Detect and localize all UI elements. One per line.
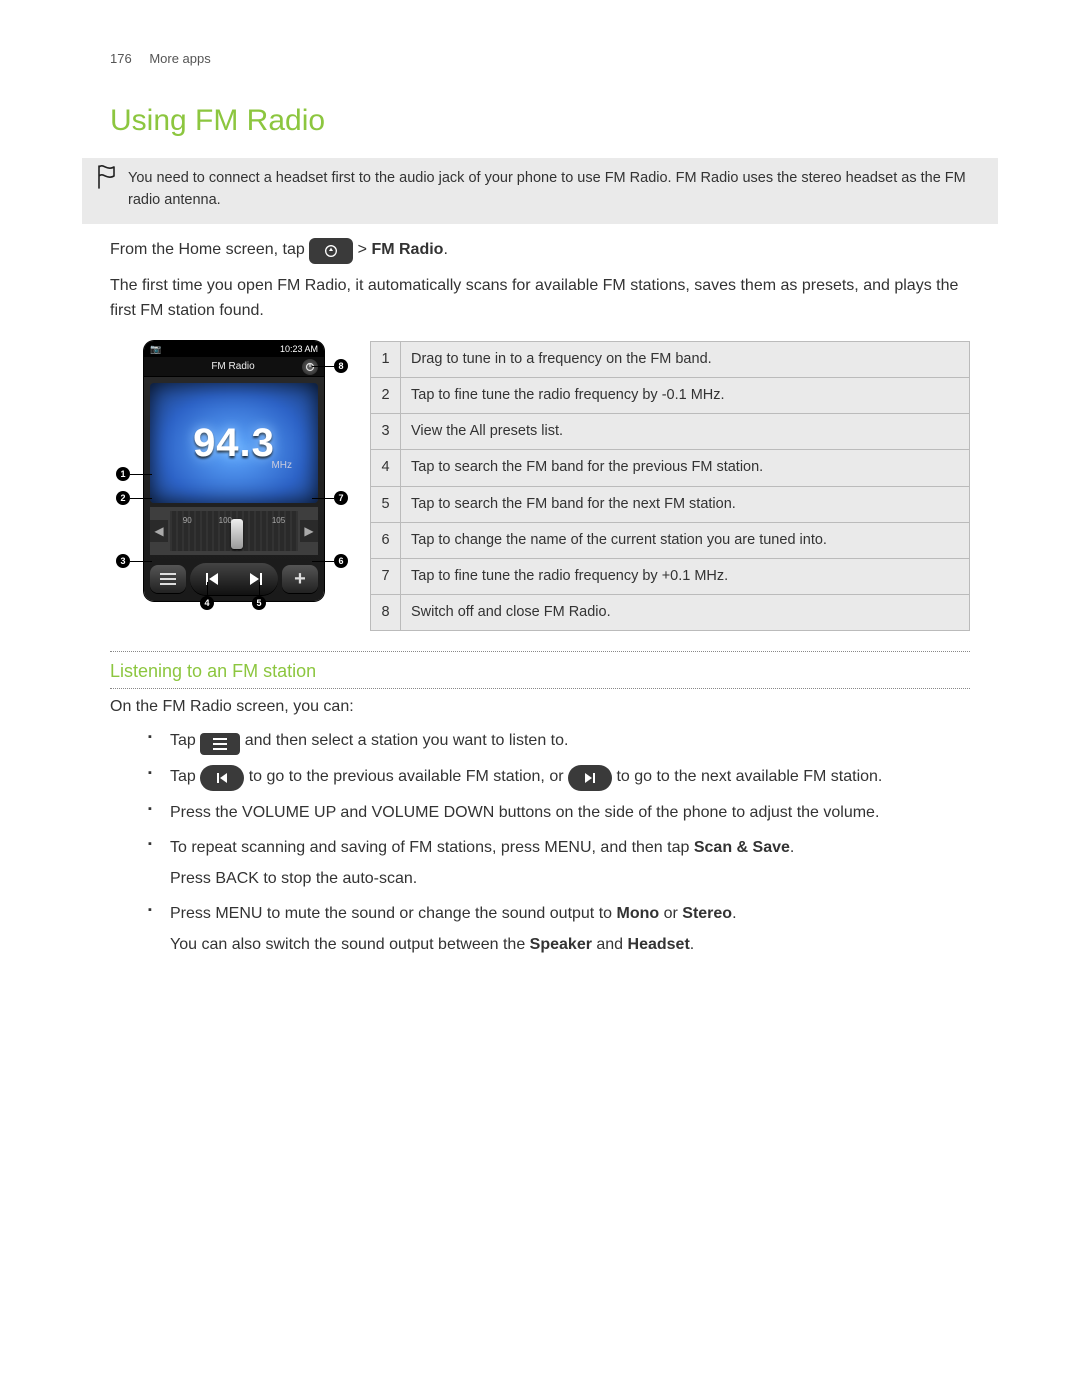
bullet-supplementary: You can also switch the sound output bet… [170, 933, 970, 958]
tune-left-icon: ◀ [150, 520, 168, 542]
subsection-title: Listening to an FM station [110, 658, 970, 684]
callout-3: 3 [116, 554, 130, 568]
previous-station-icon [200, 765, 244, 791]
bottom-bar: + [150, 559, 318, 599]
all-apps-icon [309, 238, 353, 264]
callout-6: 6 [334, 554, 348, 568]
intro-line-1: From the Home screen, tap > FM Radio. [110, 238, 970, 264]
tuning-pointer [231, 519, 243, 549]
list-item: To repeat scanning and saving of FM stat… [148, 836, 970, 892]
presets-list-icon [200, 733, 240, 755]
requirement-note: You need to connect a headset first to t… [82, 158, 998, 224]
list-item: Tap to go to the previous available FM s… [148, 765, 970, 791]
app-title-bar: FM Radio [144, 357, 324, 377]
camera-icon: 📷 [150, 343, 161, 356]
table-row: 6Tap to change the name of the current s… [371, 522, 970, 558]
table-row: 1Drag to tune in to a frequency on the F… [371, 342, 970, 378]
section-name: More apps [149, 51, 210, 66]
tuning-dial: ◀ 100 ▶ [150, 507, 318, 555]
table-row: 3View the All presets list. [371, 414, 970, 450]
section-divider [110, 688, 970, 689]
presets-list-icon [150, 565, 186, 593]
table-row: 7Tap to fine tune the radio frequency by… [371, 558, 970, 594]
callout-4: 4 [200, 596, 214, 610]
page-number: 176 [110, 51, 132, 66]
flag-icon [94, 163, 116, 199]
list-item: Press MENU to mute the sound or change t… [148, 902, 970, 958]
frequency-display: 94.3 MHz [150, 383, 318, 503]
callout-7: 7 [334, 491, 348, 505]
phone-frame: 📷 10:23 AM FM Radio 94.3 MHz ◀ 100 [144, 341, 324, 601]
callout-legend-table: 1Drag to tune in to a frequency on the F… [370, 341, 970, 630]
table-row: 8Switch off and close FM Radio. [371, 594, 970, 630]
page-header: 176 More apps [110, 50, 970, 69]
figure-row: 📷 10:23 AM FM Radio 94.3 MHz ◀ 100 [110, 341, 970, 630]
callout-5: 5 [252, 596, 266, 610]
bullet-supplementary: Press BACK to stop the auto-scan. [170, 867, 970, 892]
section-divider [110, 651, 970, 652]
app-title: FM Radio [211, 360, 254, 375]
callout-8: 8 [334, 359, 348, 373]
list-item: Press the VOLUME UP and VOLUME DOWN butt… [148, 801, 970, 826]
page-title: Using FM Radio [110, 99, 970, 143]
power-icon [302, 359, 318, 375]
callout-1: 1 [116, 467, 130, 481]
intro-line-2: The first time you open FM Radio, it aut… [110, 274, 970, 324]
add-rename-icon: + [282, 565, 318, 593]
note-text: You need to connect a headset first to t… [128, 170, 966, 208]
next-station-icon [234, 563, 278, 595]
previous-station-icon [190, 563, 234, 595]
phone-screenshot: 📷 10:23 AM FM Radio 94.3 MHz ◀ 100 [110, 341, 340, 616]
fm-radio-label: FM Radio [371, 241, 443, 258]
bullet-list: Tap and then select a station you want t… [148, 729, 970, 957]
next-station-icon [568, 765, 612, 791]
tuning-ruler: 100 [170, 511, 298, 551]
table-row: 5Tap to search the FM band for the next … [371, 486, 970, 522]
table-row: 2Tap to fine tune the radio frequency by… [371, 378, 970, 414]
frequency-value: 94.3 [193, 414, 275, 472]
callout-2: 2 [116, 491, 130, 505]
tune-right-icon: ▶ [300, 520, 318, 542]
table-row: 4Tap to search the FM band for the previ… [371, 450, 970, 486]
subsection-intro: On the FM Radio screen, you can: [110, 695, 970, 720]
list-item: Tap and then select a station you want t… [148, 729, 970, 755]
status-bar: 📷 10:23 AM [144, 341, 324, 357]
status-time: 10:23 AM [280, 343, 318, 356]
mhz-label: MHz [271, 459, 292, 474]
